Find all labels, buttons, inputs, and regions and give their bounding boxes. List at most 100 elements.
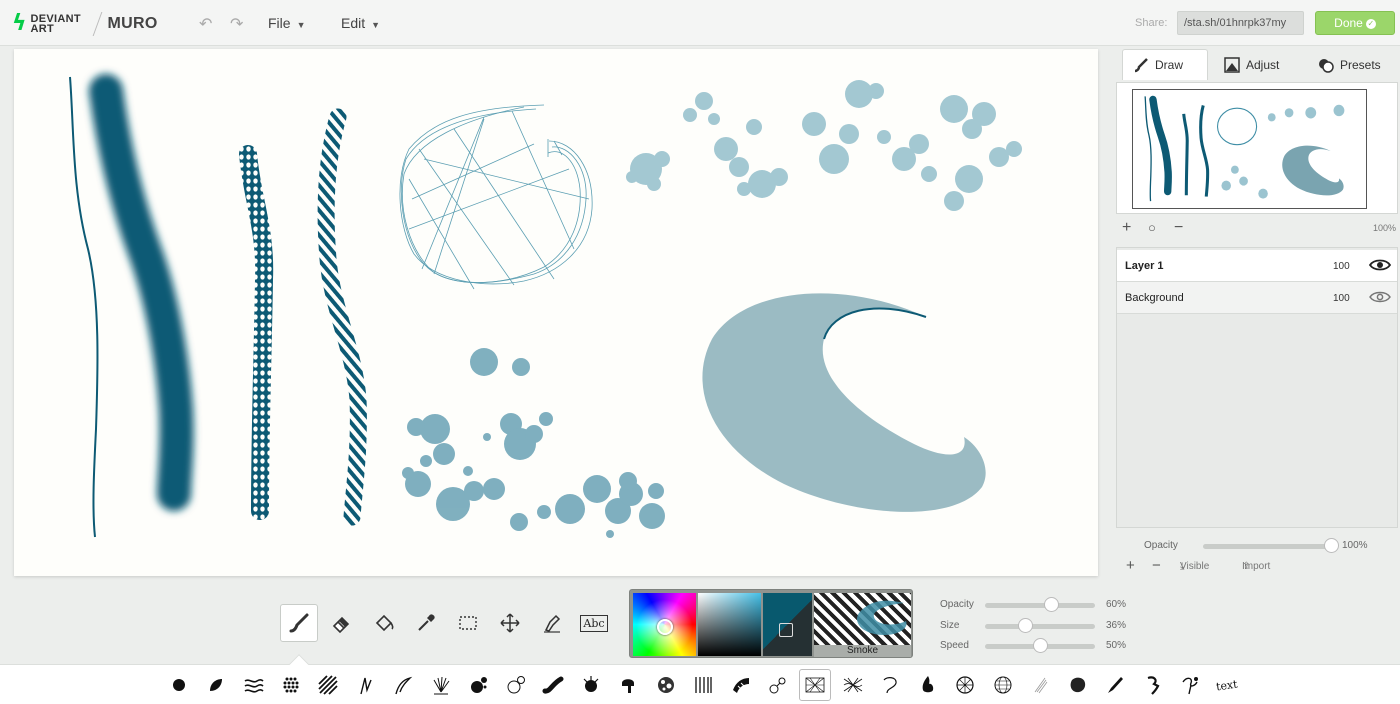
brush-opacity-label: Opacity [940, 599, 974, 610]
brush-texture[interactable] [653, 672, 679, 698]
brush-dots[interactable] [278, 672, 304, 698]
layer-opacity: 100 [1333, 261, 1350, 272]
eyedropper-icon [418, 614, 435, 631]
hue-picker-handle[interactable] [657, 619, 673, 635]
tab-draw[interactable]: Draw [1122, 49, 1208, 80]
deviantart-logo[interactable]: ϟ DEVIANT ART MURO [12, 11, 158, 37]
brand-name: DEVIANT ART [30, 13, 81, 35]
brush-calligraphy[interactable] [203, 672, 229, 698]
select-tool[interactable] [449, 604, 487, 642]
text-tool[interactable]: Abc [575, 604, 613, 642]
add-layer-icon[interactable]: + [1126, 557, 1135, 574]
layer-row-background[interactable]: Background 100 [1117, 282, 1397, 314]
brush-opacity-knob[interactable] [1044, 597, 1059, 612]
redo-icon[interactable]: ↷ [230, 14, 243, 34]
shade-picker[interactable] [698, 593, 761, 656]
layer-row-layer-1[interactable]: Layer 1 100 [1117, 250, 1397, 282]
chevron-down-icon: ▼ [371, 20, 381, 30]
brush-drip[interactable] [615, 672, 641, 698]
zoom-out-icon[interactable]: − [1174, 219, 1183, 237]
brush-text[interactable]: text [1214, 672, 1240, 698]
drawing-canvas[interactable] [14, 49, 1098, 576]
drip-brush-icon [622, 679, 634, 693]
layer-opacity-slider: Opacity 100% [1116, 537, 1398, 555]
eyedropper-tool[interactable] [407, 604, 445, 642]
zoom-reset-icon[interactable]: ○ [1148, 220, 1156, 235]
marker-brush-icon [1108, 677, 1123, 693]
brush-zigzag[interactable] [353, 672, 379, 698]
thick-stroke-brush-icon [542, 676, 564, 694]
layers-panel: Layer 1 100 Background 100 [1116, 247, 1398, 528]
brush-stripes[interactable] [315, 672, 341, 698]
done-button[interactable]: Done ✓ [1315, 11, 1395, 35]
brush-flame[interactable] [915, 672, 941, 698]
brush-size-track[interactable] [985, 624, 1095, 629]
layer-actions: + − ⤓ Visible ⇪ Import [1126, 557, 1271, 574]
marquee-select-icon [459, 616, 477, 630]
paint-bucket-icon [375, 614, 394, 632]
move-tool[interactable] [491, 604, 529, 642]
eraser-tool[interactable] [322, 604, 360, 642]
fill-tool[interactable] [365, 604, 403, 642]
swap-colors-icon[interactable] [779, 623, 793, 637]
zoom-level: 100% [1372, 223, 1396, 233]
brush-opacity-track[interactable] [985, 603, 1095, 608]
bubbles-brush-icon [507, 676, 525, 694]
brush-curl[interactable] [877, 672, 903, 698]
dotted-brush-stroke [239, 145, 274, 520]
thin-line-stroke [69, 76, 99, 538]
share-url-field[interactable]: /sta.sh/01hnrpk37my [1177, 11, 1304, 35]
brush-speed-label: Speed [940, 640, 969, 651]
brush-feather[interactable] [390, 672, 416, 698]
feather-brush-icon [395, 676, 413, 695]
brush-lines[interactable] [690, 672, 716, 698]
brush-tool[interactable] [280, 604, 318, 642]
mesh-brush-icon [956, 676, 974, 694]
paintbrush-icon [1134, 58, 1148, 73]
eye-icon[interactable] [1369, 258, 1391, 272]
brush-sphere[interactable] [990, 672, 1016, 698]
zigzag-brush-icon [360, 677, 372, 695]
brush-waves[interactable] [241, 672, 267, 698]
layer-opacity-track[interactable] [1203, 544, 1333, 549]
brush-ribbon[interactable] [728, 672, 754, 698]
file-menu[interactable]: File ▼ [268, 15, 305, 31]
blob-brush-icon [1070, 677, 1086, 693]
brush-blob[interactable] [1065, 672, 1091, 698]
brush-size-knob[interactable] [1017, 618, 1033, 633]
brush-swirl[interactable] [1140, 672, 1166, 698]
brush-speed-knob[interactable] [1033, 638, 1048, 653]
brush-splatter[interactable] [465, 672, 491, 698]
brush-preview[interactable] [814, 593, 911, 645]
remove-layer-icon[interactable]: − [1152, 557, 1161, 574]
smudge-tool[interactable] [533, 604, 571, 642]
current-color-swatch[interactable] [763, 593, 812, 656]
zoom-in-icon[interactable]: + [1122, 219, 1131, 237]
brush-fan[interactable] [428, 672, 454, 698]
smoke-brush-stroke [702, 293, 986, 512]
waves-brush-icon [244, 679, 264, 693]
eye-icon[interactable] [1369, 290, 1391, 304]
layer-opacity-knob[interactable] [1324, 538, 1339, 553]
brush-scribble[interactable] [1177, 672, 1203, 698]
brush-mesh[interactable] [952, 672, 978, 698]
brush-basic[interactable] [166, 672, 192, 698]
brush-smoke[interactable] [799, 669, 831, 701]
panel-tabs: Draw Adjust Presets [1116, 46, 1400, 80]
brush-web[interactable] [840, 672, 866, 698]
share-label: Share: [1135, 17, 1168, 29]
splatter-brush-icon [471, 677, 487, 693]
tab-adjust[interactable]: Adjust [1214, 49, 1304, 80]
hue-wheel[interactable] [633, 593, 696, 656]
brush-bubbles[interactable] [503, 672, 529, 698]
navigator-preview[interactable] [1132, 89, 1367, 209]
undo-icon[interactable]: ↶ [199, 14, 212, 34]
brush-chain[interactable] [765, 672, 791, 698]
tab-presets[interactable]: Presets [1308, 49, 1400, 80]
brush-ink-splat[interactable] [578, 672, 604, 698]
brush-sketch[interactable] [1027, 672, 1053, 698]
brush-marker[interactable] [1102, 672, 1128, 698]
brush-thick[interactable] [540, 672, 566, 698]
edit-menu[interactable]: Edit ▼ [341, 15, 380, 31]
dotted-brush-icon [283, 677, 299, 693]
